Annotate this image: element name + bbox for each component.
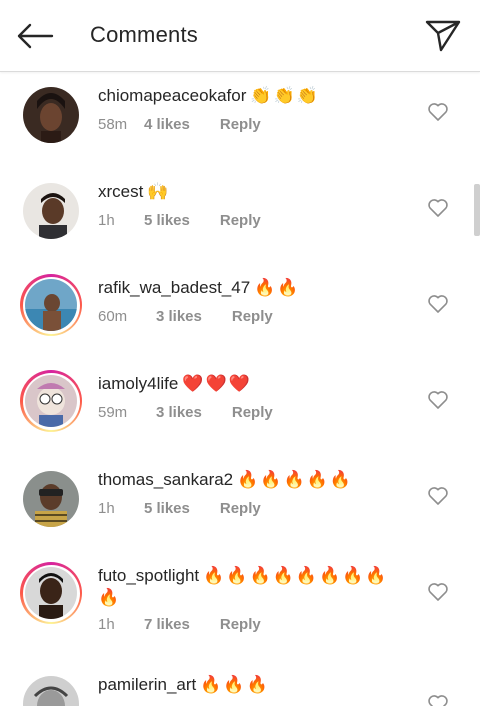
comment-time: 58m — [98, 116, 128, 133]
reply-button[interactable]: Reply — [220, 500, 261, 517]
comment-likes[interactable]: 3 likes — [156, 404, 202, 421]
comment-meta: 59m 3 likes Reply — [98, 404, 273, 421]
comment-body: 🔥🔥🔥 — [200, 675, 270, 695]
comment-time: 1h — [98, 212, 115, 229]
share-button[interactable] — [422, 16, 464, 56]
page-title: Comments — [90, 22, 198, 47]
comment-likes[interactable]: 4 likes — [144, 116, 190, 133]
comment-time: 1h — [98, 500, 115, 517]
comment-body: ❤️❤️❤️ — [182, 374, 252, 394]
comment-meta: 58m 4 likes Reply — [98, 116, 261, 133]
arrow-left-icon — [17, 23, 54, 49]
reply-button[interactable]: Reply — [232, 308, 273, 325]
heart-outline-icon[interactable] — [427, 486, 449, 506]
comment-text: rafik_wa_badest_47 🔥🔥 — [98, 277, 398, 299]
comment-username[interactable]: rafik_wa_badest_47 — [98, 278, 250, 297]
comment-text: chiomapeaceokafor 👏👏👏 — [98, 85, 398, 107]
comment-time: 1h — [98, 616, 115, 633]
comment-body-cont: 🔥 — [98, 588, 122, 608]
comment-likes[interactable]: 3 likes — [156, 308, 202, 325]
heart-outline-icon[interactable] — [427, 582, 449, 602]
comment-meta: 60m 3 likes Reply — [98, 308, 273, 325]
heart-outline-icon[interactable] — [427, 390, 449, 410]
reply-button[interactable]: Reply — [232, 404, 273, 421]
comment-meta: 1h 5 likes Reply — [98, 500, 261, 517]
comment-username[interactable]: xrcest — [98, 182, 143, 201]
comment-username[interactable]: thomas_sankara2 — [98, 470, 233, 489]
reply-button[interactable]: Reply — [220, 116, 261, 133]
comment-likes[interactable]: 5 likes — [144, 212, 190, 229]
avatar[interactable] — [23, 87, 79, 143]
heart-outline-icon[interactable] — [427, 294, 449, 314]
comment-text: thomas_sankara2 🔥🔥🔥🔥🔥 — [98, 469, 398, 491]
avatar[interactable] — [20, 274, 82, 336]
comment-body: 👏👏👏 — [250, 86, 320, 106]
comment-body: 🔥🔥🔥🔥🔥 — [237, 470, 353, 490]
comment-username[interactable]: iamoly4life — [98, 374, 178, 393]
header-bar: Comments — [0, 0, 480, 72]
comment-likes[interactable]: 5 likes — [144, 500, 190, 517]
comment-username[interactable]: chiomapeaceokafor — [98, 86, 246, 105]
comment-text: futo_spotlight 🔥🔥🔥🔥🔥🔥🔥🔥 🔥 — [98, 565, 398, 609]
reply-button[interactable]: Reply — [220, 616, 261, 633]
comment-meta: 1h 7 likes Reply — [98, 616, 261, 633]
avatar[interactable] — [20, 562, 82, 624]
paper-plane-icon — [425, 20, 461, 52]
back-button[interactable] — [14, 18, 56, 54]
scrollbar[interactable] — [474, 184, 480, 236]
comment-text: pamilerin_art 🔥🔥🔥 — [98, 674, 398, 696]
reply-button[interactable]: Reply — [220, 212, 261, 229]
comment-likes[interactable]: 7 likes — [144, 616, 190, 633]
heart-outline-icon[interactable] — [427, 198, 449, 218]
heart-outline-icon[interactable] — [427, 694, 449, 706]
comment-body: 🔥🔥🔥🔥🔥🔥🔥🔥 — [203, 566, 389, 586]
comment-time: 60m — [98, 308, 128, 325]
comment-text: xrcest 🙌 — [98, 181, 398, 203]
comment-text: iamoly4life ❤️❤️❤️ — [98, 373, 398, 395]
avatar[interactable] — [20, 370, 82, 432]
comment-time: 59m — [98, 404, 128, 421]
heart-outline-icon[interactable] — [427, 102, 449, 122]
comment-username[interactable]: futo_spotlight — [98, 566, 199, 585]
comment-username[interactable]: pamilerin_art — [98, 675, 196, 694]
comment-meta: 1h 5 likes Reply — [98, 212, 261, 229]
avatar[interactable] — [23, 471, 79, 527]
comment-body: 🔥🔥 — [254, 278, 301, 298]
comment-body: 🙌 — [147, 182, 171, 202]
avatar[interactable] — [23, 676, 79, 706]
avatar[interactable] — [23, 183, 79, 239]
comment-list: chiomapeaceokafor 👏👏👏 58m 4 likes Reply xrc… — [0, 72, 480, 706]
